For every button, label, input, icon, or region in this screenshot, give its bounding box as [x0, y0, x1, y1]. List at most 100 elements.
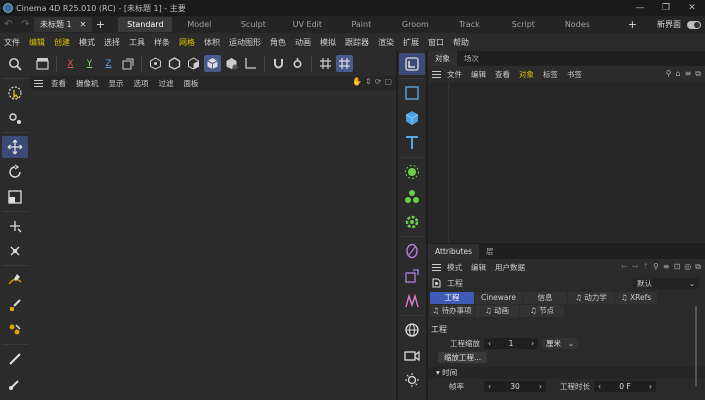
menu-render[interactable]: 渲染 [378, 37, 394, 48]
text-object-button[interactable] [399, 132, 425, 154]
tab-model[interactable]: Model [172, 17, 226, 32]
undo-icon[interactable]: ↶ [4, 19, 12, 30]
menu-file[interactable]: 文件 [4, 37, 20, 48]
menu-help[interactable]: 帮助 [453, 37, 469, 48]
object-manager-hamburger-icon[interactable] [432, 70, 441, 78]
viewport-menu-filter[interactable]: 过滤 [159, 78, 174, 89]
up-arrow-icon[interactable]: ↑ [642, 262, 649, 272]
model-mode-button[interactable] [204, 55, 221, 72]
viewport-menu-display[interactable]: 显示 [109, 78, 124, 89]
null-object-button[interactable] [399, 82, 425, 104]
z-axis-lock-button[interactable]: Z [100, 55, 117, 72]
scale-project-button[interactable]: 缩放工程... [438, 352, 488, 363]
om-menu-file[interactable]: 文件 [447, 69, 462, 80]
generator-button[interactable] [399, 161, 425, 183]
y-axis-lock-button[interactable]: Y [81, 55, 98, 72]
attributes-hamburger-icon[interactable] [432, 263, 441, 271]
om-menu-bookmarks[interactable]: 书签 [567, 69, 582, 80]
spline-pen-button[interactable] [2, 269, 28, 291]
menu-volume[interactable]: 体积 [204, 37, 220, 48]
sketch-tool-button[interactable] [2, 294, 28, 316]
knife-tool-button[interactable] [2, 348, 28, 370]
coordinate-system-button[interactable] [119, 55, 136, 72]
new-window-icon[interactable]: ⧉ [695, 262, 701, 272]
menu-extensions[interactable]: 扩展 [403, 37, 419, 48]
attr-menu-edit[interactable]: 编辑 [471, 262, 486, 273]
add-layout-button[interactable]: + [628, 18, 637, 31]
tab-animation[interactable]: ♫ 动画 [475, 305, 519, 317]
edges-mode-button[interactable] [166, 55, 183, 72]
tab-script[interactable]: Script [496, 17, 550, 32]
light-button[interactable] [399, 369, 425, 391]
pan-icon[interactable]: ✋ [352, 77, 362, 86]
maximize-view-icon[interactable]: ▢ [384, 77, 392, 86]
stepper-left-icon[interactable]: ‹ [488, 382, 491, 391]
attributes-scrollbar[interactable] [695, 306, 697, 386]
points-mode-button[interactable] [147, 55, 164, 72]
filter-icon[interactable]: ≡ [685, 69, 692, 79]
paint-tool-button[interactable] [2, 319, 28, 341]
menu-character[interactable]: 角色 [270, 37, 286, 48]
menu-mesh[interactable]: 网格 [179, 37, 195, 48]
project-scale-field[interactable]: ‹ 1 › [484, 338, 538, 349]
filter-icon[interactable]: ≡ [663, 262, 670, 272]
menu-select[interactable]: 选择 [104, 37, 120, 48]
grid-snap-button[interactable] [317, 55, 334, 72]
stepper-right-icon[interactable]: › [531, 339, 534, 348]
move-tool-button[interactable] [2, 136, 28, 158]
tab-dynamics[interactable]: ♫ 动力学 [568, 292, 614, 304]
viewport-hamburger-icon[interactable] [34, 79, 43, 87]
preset-dropdown[interactable]: 默认 ⌄ [633, 277, 699, 289]
spline-button[interactable] [399, 240, 425, 262]
3d-viewport[interactable] [30, 90, 396, 400]
viewport-menu-options[interactable]: 选项 [134, 78, 149, 89]
object-manager-toggle[interactable] [399, 53, 425, 75]
document-tab[interactable]: 未标题 1 ✕ [34, 17, 93, 32]
menu-edit[interactable]: 编辑 [29, 37, 45, 48]
menu-tools[interactable]: 工具 [129, 37, 145, 48]
project-duration-field[interactable]: ‹ 0 F › [594, 381, 656, 392]
menu-spline[interactable]: 样条 [154, 37, 170, 48]
x-axis-lock-button[interactable]: X [62, 55, 79, 72]
om-menu-edit[interactable]: 编辑 [471, 69, 486, 80]
om-menu-view[interactable]: 查看 [495, 69, 510, 80]
tab-layers[interactable]: 层 [479, 244, 501, 259]
menu-tracker[interactable]: 跟踪器 [345, 37, 369, 48]
cube-button[interactable] [399, 107, 425, 129]
target-icon[interactable]: ◎ [684, 262, 691, 272]
environment-button[interactable] [399, 319, 425, 341]
menu-mode[interactable]: 模式 [79, 37, 95, 48]
attr-menu-mode[interactable]: 模式 [447, 262, 462, 273]
sweep-button[interactable] [399, 290, 425, 312]
close-tab-icon[interactable]: ✕ [80, 20, 87, 29]
axis-tool-button[interactable] [2, 107, 28, 129]
maximize-button[interactable]: ❐ [653, 0, 679, 16]
tab-paint[interactable]: Paint [334, 17, 388, 32]
unit-dropdown[interactable]: 厘米 ⌄ [542, 338, 578, 349]
mograph-cloner-button[interactable] [399, 186, 425, 208]
tab-project[interactable]: 工程 [430, 292, 474, 304]
search-tool-button[interactable] [2, 53, 28, 75]
attr-menu-userdata[interactable]: 用户数据 [495, 262, 525, 273]
menu-animate[interactable]: 动画 [295, 37, 311, 48]
tab-nodes[interactable]: Nodes [550, 17, 604, 32]
brush-tool-button[interactable] [2, 373, 28, 395]
menu-window[interactable]: 窗口 [428, 37, 444, 48]
search-icon[interactable]: ⚲ [653, 262, 659, 272]
viewport-menu-panel[interactable]: 面板 [184, 78, 199, 89]
new-document-button[interactable]: + [92, 18, 108, 31]
tab-uv-edit[interactable]: UV Edit [280, 17, 334, 32]
tab-groom[interactable]: Groom [388, 17, 442, 32]
redo-icon[interactable]: ↷ [21, 19, 29, 30]
new-ui-toggle[interactable] [687, 20, 701, 29]
om-menu-tags[interactable]: 标签 [543, 69, 558, 80]
uv-mode-button[interactable] [223, 55, 240, 72]
workplane-button[interactable] [336, 55, 353, 72]
home-icon[interactable]: ⌂ [676, 69, 681, 79]
tab-xrefs[interactable]: ♫ XRefs [615, 292, 657, 304]
stepper-right-icon[interactable]: › [649, 382, 652, 391]
polygons-mode-button[interactable] [185, 55, 202, 72]
viewport-menu-view[interactable]: 查看 [51, 78, 66, 89]
camera-button[interactable] [399, 344, 425, 366]
scale-tool-button[interactable] [2, 186, 28, 208]
